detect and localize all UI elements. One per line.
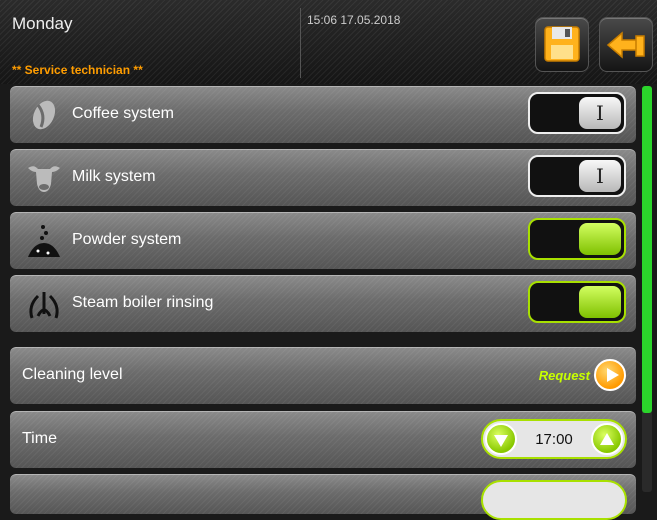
request-label[interactable]: Request <box>539 368 590 383</box>
coffee-system-toggle[interactable]: I <box>528 92 626 134</box>
scrollbar-thumb[interactable] <box>642 86 652 413</box>
save-button[interactable] <box>535 17 589 72</box>
steam-boiler-rinsing-label: Steam boiler rinsing <box>72 294 214 311</box>
list-item-cleaning-level[interactable]: Cleaning level Request <box>10 347 636 404</box>
back-arrow-icon <box>606 31 645 59</box>
list-item-milk-system: Milk system I <box>10 149 636 206</box>
header-divider <box>300 8 301 78</box>
day-label: Monday <box>12 14 73 33</box>
datetime-label: 15:06 17.05.2018 <box>307 13 401 27</box>
powder-system-toggle[interactable] <box>528 218 626 260</box>
coffee-system-label: Coffee system <box>72 105 174 122</box>
scrollbar[interactable] <box>642 86 652 492</box>
list-item-steam-boiler-rinsing: Steam boiler rinsing <box>10 275 636 332</box>
milk-system-toggle[interactable]: I <box>528 155 626 197</box>
role-label: ** Service technician ** <box>12 63 143 77</box>
steam-icon <box>29 292 59 319</box>
powder-system-label: Powder system <box>72 231 182 248</box>
header-bar: Monday 15:06 17.05.2018 ** Service techn… <box>0 0 657 84</box>
cow-icon <box>28 166 60 192</box>
increment-button[interactable] <box>591 423 623 455</box>
play-icon[interactable] <box>594 359 626 391</box>
time-value: 17:00 <box>535 431 573 448</box>
cleaning-level-label: Cleaning level <box>22 366 123 383</box>
powder-icon <box>28 225 60 257</box>
toggle-knob: I <box>579 97 621 129</box>
partial-stepper <box>481 480 627 520</box>
list-item-coffee-system: Coffee system I <box>10 86 636 143</box>
time-label: Time <box>22 430 57 447</box>
toggle-knob <box>579 286 621 318</box>
time-stepper: 17:00 <box>481 419 627 459</box>
list-item-powder-system: Powder system <box>10 212 636 269</box>
list-item-time: Time 17:00 <box>10 411 636 468</box>
save-icon <box>544 26 580 62</box>
toggle-knob: I <box>579 160 621 192</box>
toggle-knob <box>579 223 621 255</box>
milk-system-label: Milk system <box>72 168 156 185</box>
list-item-partial <box>10 474 636 520</box>
steam-boiler-rinsing-toggle[interactable] <box>528 281 626 323</box>
back-button[interactable] <box>599 17 653 72</box>
coffee-bean-icon <box>32 100 56 130</box>
decrement-button[interactable] <box>485 423 517 455</box>
